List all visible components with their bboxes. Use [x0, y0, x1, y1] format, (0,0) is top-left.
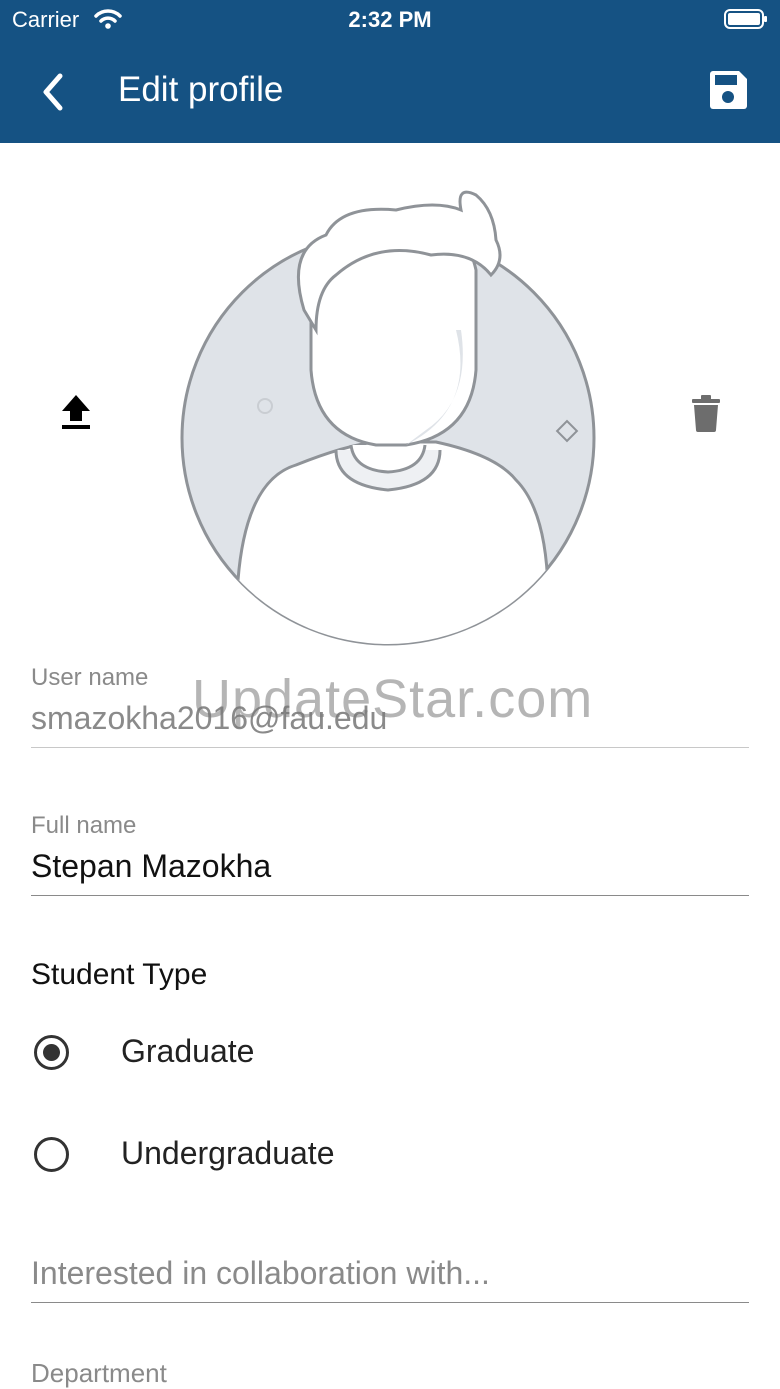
department-label: Department: [31, 1358, 167, 1388]
page-title: Edit profile: [118, 70, 284, 109]
radio-graduate-label: Graduate: [121, 1033, 255, 1069]
radio-checked-icon[interactable]: [34, 1035, 69, 1070]
fullname-label: Full name: [31, 812, 137, 839]
back-arrow-icon[interactable]: [30, 66, 76, 118]
fullname-field[interactable]: Full name Stepan Mazokha: [31, 812, 749, 896]
status-bar: Carrier 2:32 PM: [0, 0, 780, 40]
app-header: Carrier 2:32 PM Edit profile: [0, 0, 780, 143]
watermark: UpdateStar.com: [192, 669, 594, 729]
fullname-input[interactable]: Stepan Mazokha: [31, 848, 749, 895]
avatar-placeholder[interactable]: [176, 180, 604, 650]
clock: 2:32 PM: [348, 7, 432, 32]
student-type-heading: Student Type: [31, 958, 208, 991]
radio-undergraduate[interactable]: Undergraduate: [31, 1127, 749, 1187]
collaboration-placeholder: Interested in collaboration with...: [31, 1255, 490, 1291]
collaboration-input[interactable]: Interested in collaboration with...: [31, 1255, 749, 1303]
battery-icon: [724, 9, 767, 29]
save-icon[interactable]: [706, 68, 750, 112]
trash-icon[interactable]: [688, 393, 724, 433]
radio-unchecked-icon[interactable]: [34, 1137, 69, 1172]
radio-undergraduate-label: Undergraduate: [121, 1135, 335, 1171]
upload-icon[interactable]: [58, 393, 94, 433]
radio-graduate[interactable]: Graduate: [31, 1025, 749, 1085]
